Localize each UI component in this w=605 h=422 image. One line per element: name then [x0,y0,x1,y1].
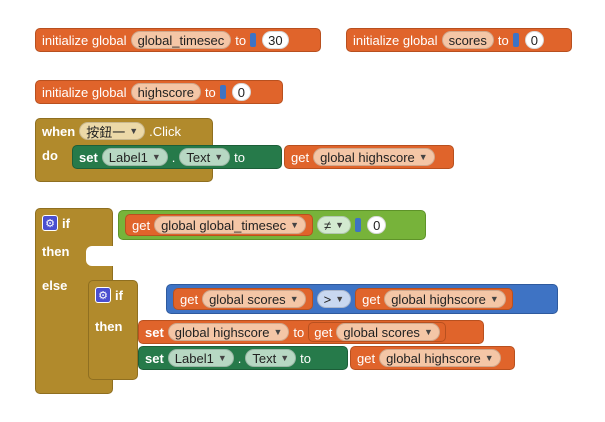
component-dropdown[interactable]: Label1 ▼ [101,148,168,166]
get-highscore-block[interactable]: get global highscore ▼ [355,288,513,310]
chevron-down-icon: ▼ [151,152,161,162]
init-label: initialize global [353,32,438,48]
then-label: then [42,243,70,259]
get-label: get [314,324,333,340]
var-dropdown[interactable]: global scores ▼ [336,323,440,341]
set-label: set [79,149,98,165]
set-label: set [145,350,164,366]
get-label: get [357,350,376,366]
init-global-highscore-block[interactable]: initialize global highscore to 0 [35,80,283,104]
set-label: set [145,324,164,340]
init-label: initialize global [42,32,127,48]
set-global-highscore-block[interactable]: set global highscore ▼ to get global scor… [138,320,484,344]
set-label-text-block[interactable]: set Label1 ▼ . Text ▼ to [72,145,282,169]
get-label: get [362,291,381,307]
chevron-down-icon: ▼ [280,353,290,363]
var-dropdown[interactable]: global highscore ▼ [313,148,435,166]
var-dropdown[interactable]: global highscore ▼ [379,349,501,367]
chevron-down-icon: ▼ [290,220,300,230]
to-label: to [497,32,509,48]
do-label: do [42,147,58,163]
dot-label: . [237,350,242,366]
operator-dropdown[interactable]: > ▼ [316,290,352,308]
var-name-field[interactable]: global_timesec [130,31,232,49]
chevron-down-icon: ▼ [423,327,433,337]
else-label: else [42,277,68,293]
number-field[interactable]: 0 [367,216,387,234]
get-global-highscore-block-inner[interactable]: get global highscore ▼ [350,346,515,370]
get-timesec-block[interactable]: get global global_timesec ▼ [125,214,314,236]
chevron-down-icon: ▼ [273,327,283,337]
connector-tab [355,218,362,232]
when-label: when [42,123,76,139]
if-label: if [62,215,70,231]
get-scores-block[interactable]: get global scores ▼ [173,288,313,310]
chevron-down-icon: ▼ [129,126,139,136]
get-scores-block[interactable]: get global scores ▼ [308,322,446,342]
to-label: to [235,32,247,48]
compare-neq-block[interactable]: get global global_timesec ▼ ≠ ▼ 0 [118,210,426,240]
number-field[interactable]: 30 [262,31,289,49]
dot-label: . [171,149,176,165]
chevron-down-icon: ▼ [217,353,227,363]
chevron-down-icon: ▼ [418,152,428,162]
init-global-timesec-block[interactable]: initialize global global_timesec to 30 [35,28,321,52]
to-label: to [234,149,245,165]
then-slot [86,246,126,266]
get-label: get [291,149,310,165]
inner-if-block[interactable]: ⚙ if then [88,280,138,380]
number-field[interactable]: 0 [524,31,544,49]
connector-tab [250,33,257,47]
var-dropdown[interactable]: global scores ▼ [202,290,306,308]
component-dropdown[interactable]: 按鈕一 ▼ [79,122,146,140]
get-label: get [132,217,151,233]
then-label: then [95,318,123,334]
var-name-field[interactable]: highscore [130,83,201,101]
get-global-highscore-block[interactable]: get global highscore ▼ [284,145,454,169]
chevron-down-icon: ▼ [335,220,345,230]
get-label: get [180,291,199,307]
connector-tab [219,85,226,99]
var-dropdown[interactable]: global global_timesec ▼ [154,216,307,234]
compare-gt-block[interactable]: get global scores ▼ > ▼ get global highsco… [166,284,558,314]
if-label: if [115,287,123,303]
var-dropdown[interactable]: global highscore ▼ [384,290,506,308]
property-dropdown[interactable]: Text ▼ [245,349,297,367]
gear-icon[interactable]: ⚙ [95,287,111,303]
chevron-down-icon: ▼ [484,353,494,363]
init-label: initialize global [42,84,127,100]
to-label: to [300,350,311,366]
to-label: to [293,324,305,340]
chevron-down-icon: ▼ [289,294,299,304]
chevron-down-icon: ▼ [335,294,345,304]
var-dropdown[interactable]: global highscore ▼ [167,323,290,341]
operator-dropdown[interactable]: ≠ ▼ [317,216,352,234]
property-dropdown[interactable]: Text ▼ [179,148,231,166]
component-dropdown[interactable]: Label1 ▼ [167,349,234,367]
chevron-down-icon: ▼ [489,294,499,304]
number-field[interactable]: 0 [231,83,252,101]
set-label-text-block-inner[interactable]: set Label1 ▼ . Text ▼ to [138,346,348,370]
var-name-field[interactable]: scores [441,31,494,49]
chevron-down-icon: ▼ [214,152,224,162]
to-label: to [204,84,216,100]
gear-icon[interactable]: ⚙ [42,215,58,231]
event-name-label: .Click [149,123,181,139]
init-global-scores-block[interactable]: initialize global scores to 0 [346,28,572,52]
connector-tab [512,33,519,47]
